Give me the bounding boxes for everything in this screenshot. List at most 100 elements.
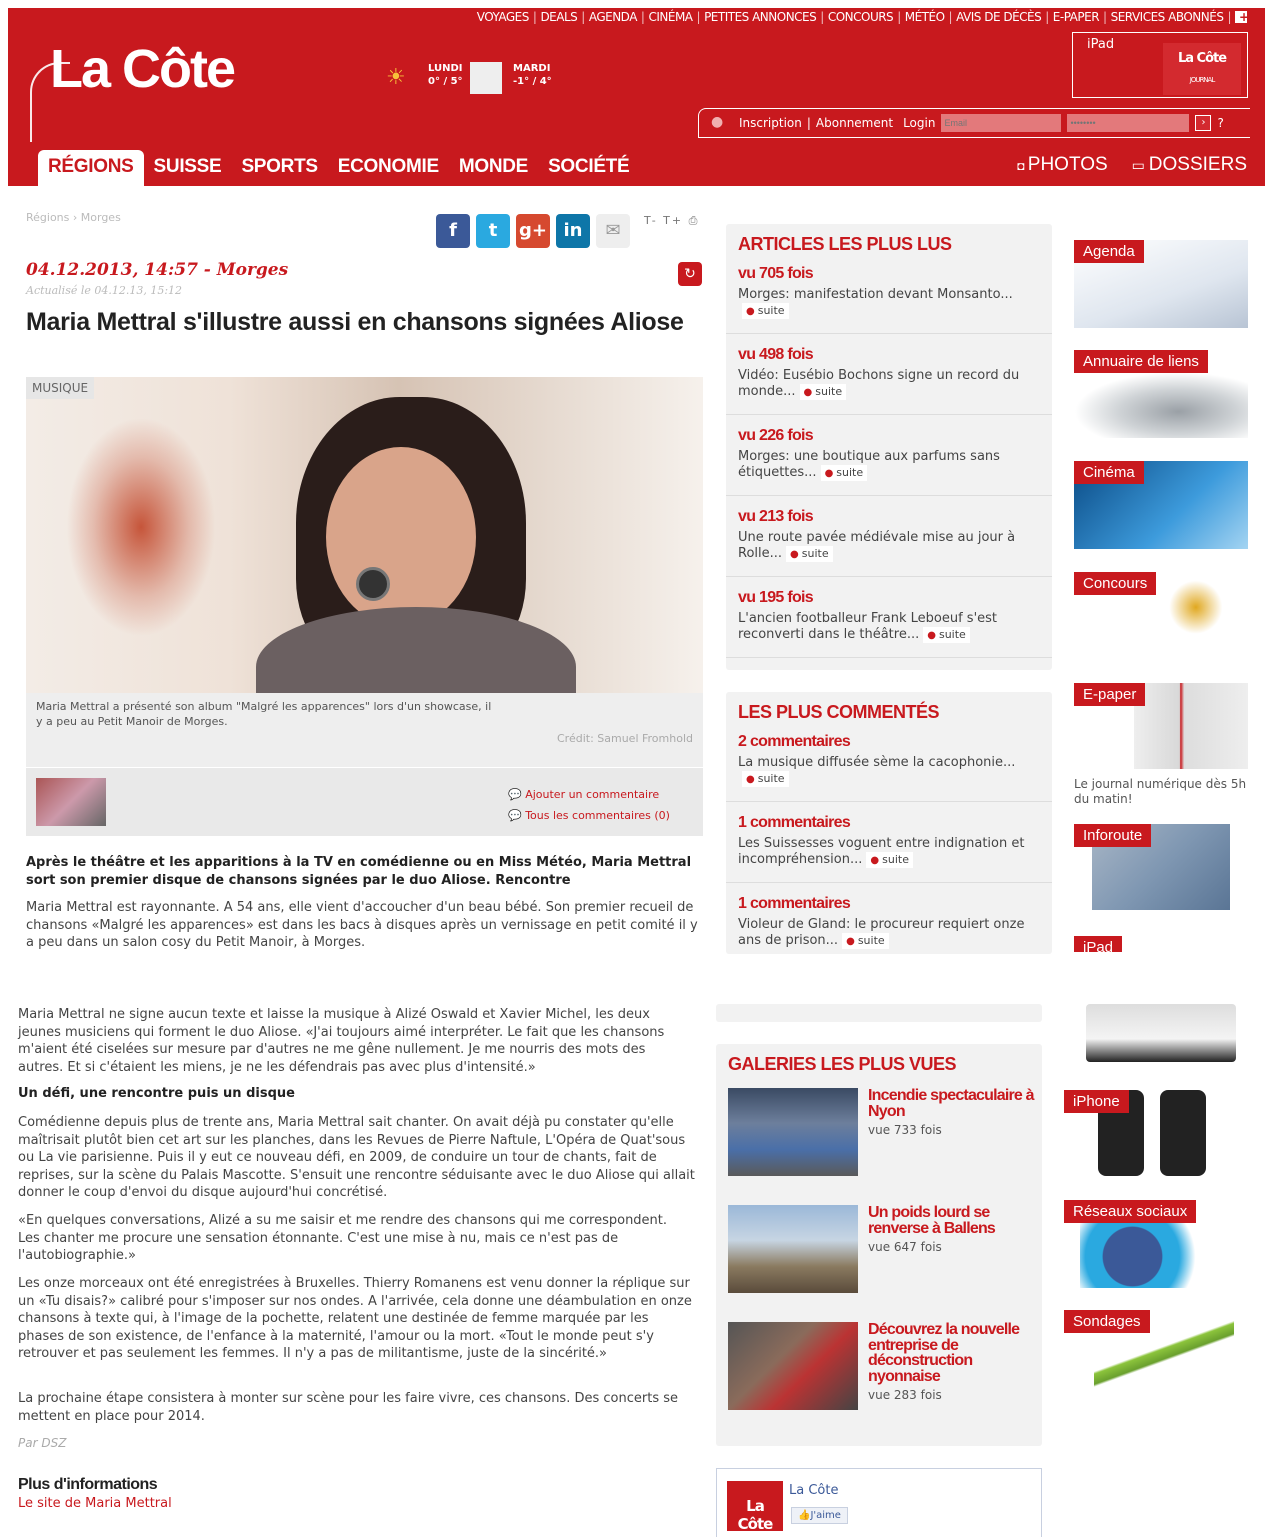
widget-caption: Le journal numérique dès 5h du matin! [1074,777,1247,806]
item-text[interactable]: Violeur de Gland: le procureur requiert … [738,917,1040,949]
nav-regions[interactable]: RÉGIONS [38,150,144,186]
inscription-link[interactable]: Inscription [739,116,802,130]
email-field[interactable] [941,114,1062,132]
facebook-page-name[interactable]: La Côte [789,1483,838,1498]
email-share-icon[interactable]: ✉ [596,214,630,248]
article-lead: Après le théâtre et les apparitions à la… [26,855,692,888]
nav-suisse[interactable]: SUISSE [144,150,232,186]
item-count[interactable]: 2 commentaires [738,733,1040,751]
item-text[interactable]: L'ancien footballeur Frank Leboeuf s'est… [738,611,1040,643]
most-commented-title: LES PLUS COMMENTÉS [738,702,940,722]
top-nav-item[interactable]: E-PAPER [1049,10,1103,24]
ipad-promo[interactable]: iPad La Côte JOURNAL [1072,32,1248,98]
list-item[interactable]: vu 226 fois Morges: une boutique aux parf… [726,421,1052,496]
nav-societe[interactable]: SOCIÉTÉ [538,150,639,186]
widget-iphone[interactable]: iPhone [1064,1090,1238,1178]
suite-link[interactable]: suite [742,302,789,319]
top-nav-item[interactable]: CONCOURS [824,10,897,24]
article-date: 04.12.2013, 14:57 - Morges [26,260,289,280]
breadcrumb[interactable]: Régions › Morges [26,211,121,224]
item-count[interactable]: vu 705 fois [738,265,1040,283]
list-item[interactable]: 1 commentaires Violeur de Gland: le procu… [726,889,1052,954]
widget-concours[interactable]: Concours [1074,572,1248,660]
linkedin-share-icon[interactable]: in [556,214,590,248]
facebook-page-logo[interactable]: La Côte [727,1481,783,1533]
top-nav-item[interactable]: DEALS [536,10,581,24]
widget-social[interactable]: Réseaux sociaux [1064,1200,1238,1288]
item-text[interactable]: Vidéo: Eusébio Bochons signe un record d… [738,368,1040,400]
top-nav-item[interactable]: PETITES ANNONCES [700,10,820,24]
suite-link[interactable]: suite [842,932,889,949]
photo-thumbnail[interactable] [36,778,106,826]
gallery-views: vue 733 fois [868,1123,942,1137]
nav-economie[interactable]: ECONOMIE [328,150,449,186]
list-item[interactable]: vu 195 fois L'ancien footballeur Frank Le… [726,583,1052,658]
top-nav-item[interactable]: MÉTÉO [901,10,949,24]
facebook-share-icon[interactable]: f [436,214,470,248]
nav-sports[interactable]: SPORTS [231,150,327,186]
widget-ipad-image[interactable] [1074,1004,1248,1064]
site-logo[interactable]: La Côte [50,38,236,100]
top-nav-separator: | [1103,10,1107,24]
item-text[interactable]: Les Suissesses voguent entre indignation… [738,836,1040,868]
gallery-item[interactable]: Incendie spectaculaire à Nyon vue 733 foi… [728,1088,1038,1178]
widget-sondages[interactable]: Sondages [1064,1310,1238,1398]
password-field[interactable] [1067,114,1190,132]
refresh-icon[interactable]: ↻ [678,262,702,286]
top-nav-item[interactable]: CINÉMA [644,10,696,24]
abonnement-link[interactable]: Abonnement [816,116,893,130]
item-text[interactable]: La musique diffusée sème la cacophonie..… [738,755,1040,787]
top-nav-separator: | [897,10,901,24]
top-nav-item[interactable]: VOYAGES [473,10,533,24]
item-count[interactable]: vu 498 fois [738,346,1040,364]
nav-monde[interactable]: MONDE [449,150,538,186]
top-nav-item[interactable]: AVIS DE DÉCÈS [952,10,1045,24]
twitter-share-icon[interactable]: t [476,214,510,248]
widget-epaper[interactable]: E-paper Le journal numérique dès 5h du m… [1074,683,1248,806]
suite-link[interactable]: suite [820,464,868,481]
top-nav-item[interactable]: AGENDA [585,10,641,24]
nav-photos[interactable]: ◘ PHOTOS [1017,154,1107,176]
item-count[interactable]: vu 226 fois [738,427,1040,445]
suite-link[interactable]: suite [742,770,789,787]
list-item[interactable]: 1 commentaires Les Suissesses voguent ent… [726,808,1052,883]
gallery-item[interactable]: Découvrez la nouvelle entreprise de déco… [728,1322,1038,1412]
login-submit-button[interactable]: › [1195,115,1212,131]
panel-continuation [716,1004,1042,1022]
item-count[interactable]: vu 213 fois [738,508,1040,526]
suite-link[interactable]: suite [786,545,833,562]
item-text[interactable]: Morges: une boutique aux parfums sans ét… [738,449,1040,481]
widget-annuaire[interactable]: Annuaire de liens [1074,350,1248,438]
list-item[interactable]: 2 commentaires La musique diffusée sème l… [726,727,1052,802]
gallery-item[interactable]: Un poids lourd se renverse à Ballens vue … [728,1205,1038,1295]
widget-ipad[interactable]: iPad [1074,936,1248,952]
widget-inforoute[interactable]: Inforoute [1074,824,1248,912]
article-paragraph: Maria Mettral est rayonnante. A 54 ans, … [26,900,698,950]
nav-dossiers[interactable]: ▭ DOSSIERS [1132,154,1247,176]
item-count[interactable]: 1 commentaires [738,814,1040,832]
item-count[interactable]: 1 commentaires [738,895,1040,913]
facebook-like-button[interactable]: 👍J'aime [791,1507,848,1524]
item-text[interactable]: Morges: manifestation devant Monsanto...… [738,287,1040,319]
widget-cinema[interactable]: Cinéma [1074,461,1248,549]
category-tag[interactable]: MUSIQUE [26,377,95,399]
list-item[interactable]: vu 213 fois Une route pavée médiévale mis… [726,502,1052,577]
suite-link[interactable]: suite [799,383,847,400]
add-comment-link[interactable]: 💬 Ajouter un commentaire [508,784,670,805]
list-item[interactable]: vu 498 fois Vidéo: Eusébio Bochons signe … [726,340,1052,415]
text-size-tools[interactable]: T- T+ ⎙ [644,214,699,228]
google-plus-share-icon[interactable]: g+ [516,214,550,248]
suite-link[interactable]: suite [866,851,913,868]
more-info-link[interactable]: Le site de Maria Mettral [18,1496,172,1511]
plus-icon[interactable]: + [1235,11,1249,23]
widget-agenda[interactable]: Agenda [1074,240,1248,328]
item-text[interactable]: Une route pavée médiévale mise au jour à… [738,530,1040,562]
suite-link[interactable]: suite [923,626,970,643]
list-item[interactable]: vu 705 fois Morges: manifestation devant … [726,259,1052,334]
item-count[interactable]: vu 195 fois [738,589,1040,607]
tablet-icon [1086,1004,1236,1062]
help-button[interactable]: ? [1217,116,1223,130]
article-photo[interactable] [26,377,703,693]
top-nav-item[interactable]: SERVICES ABONNÉS [1107,10,1228,24]
all-comments-link[interactable]: 💬 Tous les commentaires (0) [508,805,670,826]
